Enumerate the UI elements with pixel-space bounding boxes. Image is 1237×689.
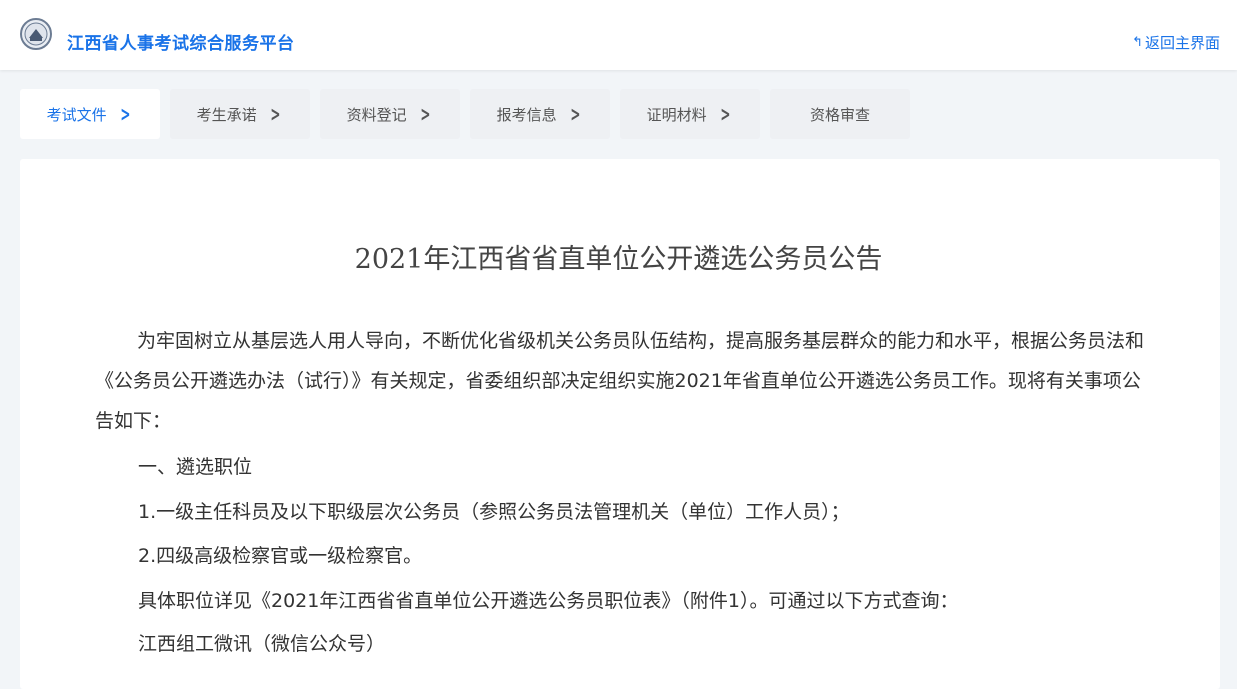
top-header: 江西省人事考试综合服务平台 ↰ 返回主界面: [0, 0, 1237, 70]
back-to-home-label: 返回主界面: [1144, 34, 1220, 52]
query-channel: 江西组工微讯（微信公众号）: [138, 633, 386, 655]
intro-paragraph: 为牢固树立从基层选人用人导向，不断优化省级机关公务员队伍结构，提高服务基层群众的…: [95, 330, 1145, 432]
detail-paragraph: 具体职位详见《2021年江西省省直单位公开遴选公务员职位表》（附件1）。可通过以…: [138, 590, 959, 612]
chevron-right-icon: >: [719, 102, 731, 126]
chevron-right-icon: >: [269, 102, 281, 126]
chevron-right-icon: >: [119, 102, 131, 126]
list-item: 1.一级主任科员及以下职级层次公务员（参照公务员法管理机关（单位）工作人员）；: [138, 501, 850, 523]
tab-qualification-review[interactable]: 资格审查: [770, 89, 910, 139]
site-title: 江西省人事考试综合服务平台: [67, 34, 295, 54]
tab-exam-documents[interactable]: 考试文件 >: [20, 89, 160, 139]
tab-label: 资格审查: [809, 105, 870, 124]
section-heading: 一、遴选职位: [138, 456, 253, 478]
tab-label: 证明材料: [646, 105, 707, 124]
tab-candidate-pledge[interactable]: 考生承诺 >: [170, 89, 310, 139]
tab-label: 考试文件: [46, 105, 107, 124]
chevron-right-icon: >: [569, 102, 581, 126]
chevron-right-icon: >: [419, 102, 431, 126]
tab-label: 考生承诺: [196, 105, 257, 124]
document-title: 2021年江西省省直单位公开遴选公务员公告: [354, 244, 883, 275]
tab-label: 报考信息: [496, 105, 557, 124]
tab-label: 资料登记: [346, 105, 407, 124]
reply-arrow-icon: ↰: [1132, 35, 1143, 50]
step-tabs: 考试文件 > 考生承诺 > 资料登记 > 报考信息 > 证明材料 > 资格审查: [20, 89, 920, 139]
back-to-home-link[interactable]: ↰ 返回主界面: [1132, 32, 1220, 53]
tab-application-info[interactable]: 报考信息 >: [470, 89, 610, 139]
tab-information-registration[interactable]: 资料登记 >: [320, 89, 460, 139]
tab-supporting-documents[interactable]: 证明材料 >: [620, 89, 760, 139]
list-item: 2.四级高级检察官或一级检察官。: [138, 545, 423, 567]
site-logo: [20, 18, 52, 50]
document-panel: 2021年江西省省直单位公开遴选公务员公告 为牢固树立从基层选人用人导向，不断优…: [20, 159, 1220, 689]
